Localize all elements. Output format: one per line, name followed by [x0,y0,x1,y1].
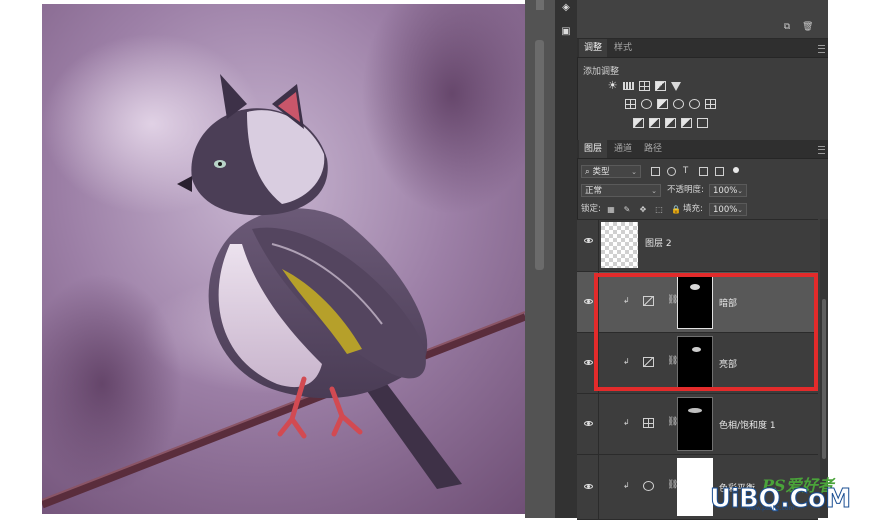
lock-image-icon[interactable]: ✎ [623,206,631,214]
filter-toggle-icon[interactable] [733,167,739,173]
watermark-url: www.psahz.com [746,505,795,512]
site-watermark: PS爱好者 UiBQ.CoM www.psahz.com [708,470,870,518]
levels-icon[interactable] [623,82,634,90]
chevron-down-icon: ⌄ [631,168,637,176]
layer-filter-dropdown[interactable]: ⌕ 类型 ⌄ [581,165,641,178]
chevron-down-icon: ⌄ [737,206,743,214]
tab-layers[interactable]: 图层 [579,140,608,158]
photo-filter-icon[interactable] [673,99,684,109]
row-separator [598,220,599,271]
visibility-eye-icon[interactable] [584,299,593,304]
shape-filter-icon[interactable] [699,167,708,176]
red-highlight-box [594,273,818,391]
visibility-eye-icon[interactable] [584,484,593,489]
lock-transparency-icon[interactable]: ▦ [607,206,615,214]
adjustment-filter-icon[interactable] [667,167,676,176]
vertical-scrollbar-thumb[interactable] [535,40,544,270]
layers-tab-row: 图层 通道 路径 [577,140,828,159]
opacity-field[interactable]: 100% ⌄ [709,184,747,197]
photoshop-panel: ◈ ▣ ⧉ 🗑 调整 样式 添加调整 ☀ 图层 通道 路径 ⌕ 类型 ⌄ T 正… [555,0,828,520]
curves-icon[interactable] [639,81,650,91]
layer-thumbnail [601,222,638,268]
layer-row-hue-saturation[interactable]: ↲ ⛓ 色相/饱和度 1 [577,394,818,455]
lock-all-icon[interactable]: 🔒 [671,206,681,214]
mask-highlight [688,408,702,413]
filter-kind-value: 类型 [592,167,610,177]
cat-bird-composite-image [42,4,525,514]
fill-value: 100% [713,205,738,215]
canvas-photo [42,4,525,514]
clip-arrow-icon: ↲ [623,481,630,490]
chevron-down-icon: ⌄ [737,187,743,195]
layer-name: 图层 2 [645,239,672,249]
layers-panel-menu-icon[interactable] [818,146,825,154]
type-filter-icon[interactable]: T [683,165,688,178]
blend-mode-dropdown[interactable]: 正常 ⌄ [581,184,661,197]
add-adjustment-title: 添加调整 [583,67,620,77]
panel-icon-strip: ◈ ▣ [555,0,578,518]
fill-label: 填充: [683,204,703,214]
color-lookup-icon[interactable] [705,99,716,109]
panel-main: ⧉ 🗑 调整 样式 添加调整 ☀ 图层 通道 路径 ⌕ 类型 ⌄ T 正常 ⌄ … [577,0,828,520]
lock-label: 锁定: [581,204,601,214]
panel-menu-icon[interactable] [818,45,825,53]
color-balance-adjustment-icon [643,481,654,491]
vibrance-icon[interactable] [671,82,681,91]
new-icon[interactable]: ⧉ [782,22,792,32]
hue-saturation-adjustment-icon [643,418,654,428]
layers-scrollbar-thumb[interactable] [822,299,826,459]
tab-styles[interactable]: 样式 [609,39,637,57]
opacity-value: 100% [713,186,738,196]
properties-icon[interactable]: ▣ [560,26,572,38]
chevron-down-icon: ⌄ [651,187,657,195]
smart-object-filter-icon[interactable] [715,167,724,176]
exposure-icon[interactable] [655,81,666,91]
visibility-eye-icon[interactable] [584,360,593,365]
tab-paths[interactable]: 路径 [639,140,667,158]
color-balance-icon[interactable] [641,99,652,109]
channel-mixer-icon[interactable] [689,99,700,109]
posterize-icon[interactable] [649,118,660,128]
fill-field[interactable]: 100% ⌄ [709,203,747,216]
black-white-icon[interactable] [657,99,668,109]
threshold-icon[interactable] [665,118,676,128]
brightness-contrast-icon[interactable]: ☀ [607,80,618,91]
tab-channels[interactable]: 通道 [609,140,637,158]
blend-mode-value: 正常 [585,186,603,196]
adjustments-tab-row: 调整 样式 [577,39,828,58]
layer-name: 色相/饱和度 1 [719,421,776,431]
lock-position-icon[interactable]: ✥ [639,206,647,214]
layer-mask-thumbnail[interactable] [677,397,713,451]
selective-color-icon[interactable] [697,118,708,128]
trash-icon[interactable]: 🗑 [802,22,813,32]
visibility-eye-icon[interactable] [584,421,593,426]
clip-arrow-icon: ↲ [623,418,630,427]
invert-icon[interactable] [633,118,644,128]
row-separator [598,394,599,454]
panel-top-bar: ⧉ 🗑 [577,0,828,39]
layer-row-layer2[interactable]: 图层 2 [577,220,818,272]
lock-artboard-icon[interactable]: ⬚ [655,206,663,214]
cube-icon[interactable]: ◈ [560,2,572,14]
hue-saturation-icon[interactable] [625,99,636,109]
row-separator [598,455,599,519]
gutter-cap [536,0,544,10]
canvas-scroll-gutter [525,0,555,518]
gradient-map-icon[interactable] [681,118,692,128]
visibility-eye-icon[interactable] [584,238,593,243]
pixel-filter-icon[interactable] [651,167,660,176]
tab-adjustments[interactable]: 调整 [579,39,608,57]
opacity-label: 不透明度: [667,185,704,195]
